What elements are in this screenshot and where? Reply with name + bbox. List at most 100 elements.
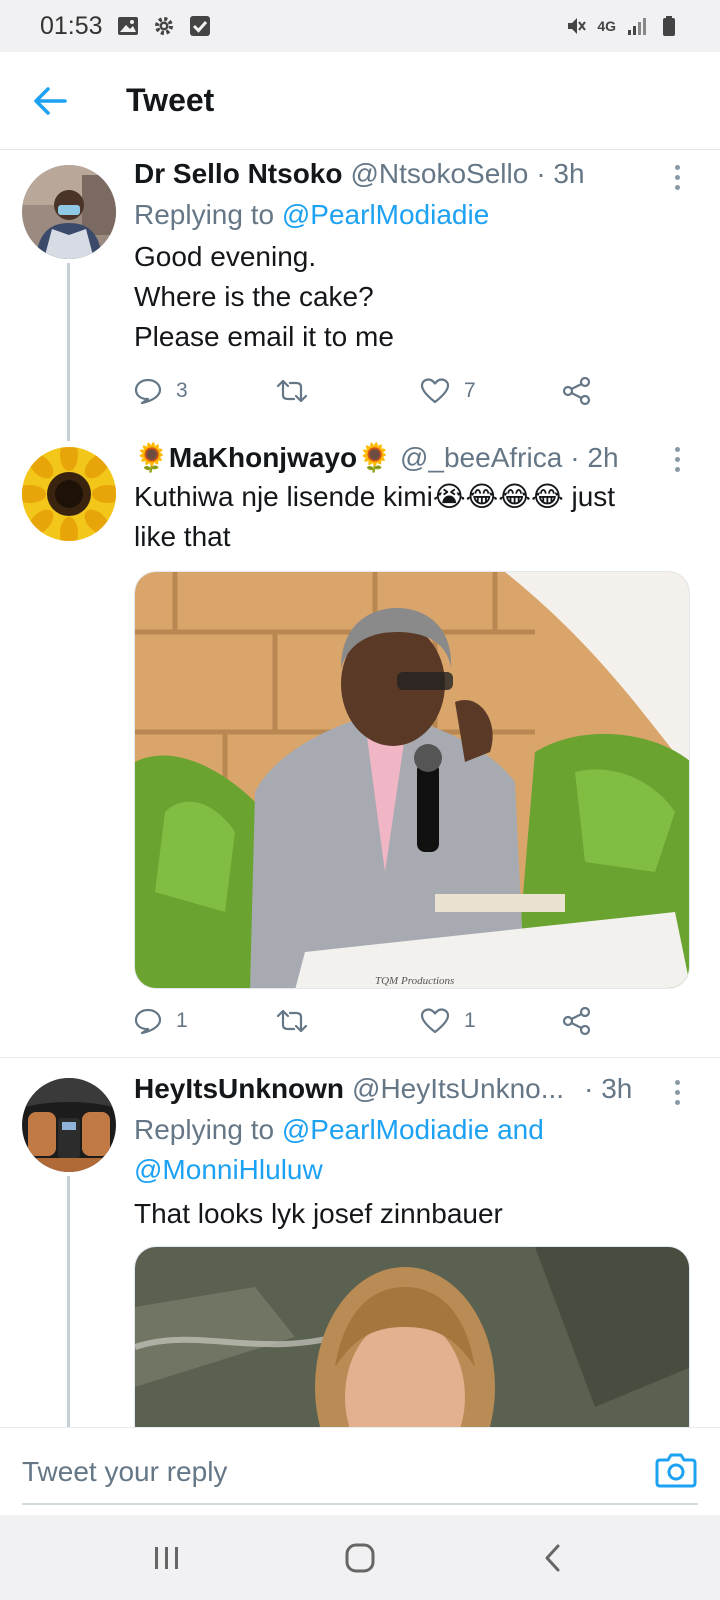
back-nav-button[interactable] [513,1528,593,1588]
replying-to: Replying to @PearlModiadie [134,195,700,235]
replying-prefix: Replying to [134,1114,282,1145]
status-right: 4G [565,15,680,37]
like-button[interactable]: 7 [420,377,476,405]
author-handle[interactable]: @HeyItsUnkno... [352,1072,564,1106]
tweet-actions: 1 1 [134,1003,700,1039]
tweet-text-line: like that [134,521,231,552]
tweet-feed[interactable]: Dr Sello Ntsoko @NtsokoSello · 3h Replyi… [0,151,720,1427]
avatar[interactable] [22,1078,116,1172]
like-button[interactable]: 1 [420,1007,476,1035]
tweet-actions: 3 7 [134,373,700,409]
dot [674,456,680,462]
dot [674,174,680,180]
replying-to-link[interactable]: @PearlModiadie and [282,1114,544,1145]
tweet-text: Good evening. Where is the cake? Please … [134,237,700,357]
screen: 01:53 4G Tweet Dr Sello Ntsoko @NtsokoSe… [0,0,720,1600]
back-chevron-icon [545,1544,560,1571]
emoji-segment: 😭😂😂😂 [432,481,564,512]
tweet-media-image[interactable] [134,1246,690,1427]
status-bar: 01:53 4G [0,0,720,52]
back-arrow-icon [34,86,67,115]
share-button[interactable] [562,376,592,406]
car-interior-avatar-image [22,1078,116,1172]
mute-icon [568,18,587,34]
replying-to: Replying to @PearlModiadie and @MonniHlu… [134,1110,700,1190]
tweet-content: 🌻MaKhonjwayo🌻 @_beeAfrica · 2h Kuthiwa n… [134,441,700,557]
man-with-microphone-photo: TQM Productions [135,572,689,988]
more-options-button[interactable] [662,1074,692,1110]
avatar[interactable] [22,165,116,259]
image-notification-icon [117,17,138,35]
tweet-text: Kuthiwa nje lisende kimi😭😂😂😂 just like t… [134,477,700,557]
retweet-icon [276,379,308,403]
dot [674,164,680,170]
tweet-time: · 2h [570,442,619,473]
tweet-text-line: Good evening. [134,241,317,272]
thread-line [67,1176,70,1427]
replying-to-link[interactable]: @MonniHluluw [134,1154,323,1185]
system-navigation-bar [0,1515,720,1600]
avatar[interactable] [22,447,116,541]
dot [674,446,680,452]
tweet-header: HeyItsUnknown @HeyItsUnkno... · 3h [134,1072,700,1106]
reply-button[interactable]: 3 [134,377,188,405]
back-button[interactable] [0,52,100,150]
reply-count: 1 [176,1009,188,1032]
tweet-header: 🌻MaKhonjwayo🌻 @_beeAfrica · 2h [134,441,700,475]
tweet-time: · 3h [584,1073,633,1104]
tweet-content: Dr Sello Ntsoko @NtsokoSello · 3h Replyi… [134,157,700,357]
reply-input-underline [22,1503,698,1505]
camera-icon [655,1453,697,1488]
retweet-icon [276,1009,308,1033]
long-haired-man-photo [135,1247,689,1427]
dot [674,1079,680,1085]
battery-icon [663,16,675,36]
heart-icon [420,378,450,404]
recent-apps-icon [154,1546,178,1569]
tweet-item[interactable]: 🌻MaKhonjwayo🌻 @_beeAfrica · 2h Kuthiwa n… [0,441,720,1057]
thread-line [67,263,70,441]
retweet-button[interactable] [276,1007,322,1035]
author-name[interactable]: 🌻MaKhonjwayo🌻 [134,441,392,475]
app-header: Tweet [0,52,720,150]
reply-composer[interactable]: Tweet your reply [0,1427,720,1515]
recent-apps-button[interactable] [127,1528,207,1588]
share-button[interactable] [562,1006,592,1036]
avatar-image [22,165,116,259]
like-count: 7 [464,379,476,402]
replying-prefix: Replying to [134,199,282,230]
tweet-media-image[interactable]: TQM Productions [134,571,690,989]
retweet-button[interactable] [276,377,322,405]
tweet-item[interactable]: Dr Sello Ntsoko @NtsokoSello · 3h Replyi… [0,151,720,441]
reply-button[interactable]: 1 [134,1007,188,1035]
page-title: Tweet [126,82,215,118]
more-options-button[interactable] [662,159,692,195]
author-handle[interactable]: @NtsokoSello [350,157,528,191]
tweet-text-line: Please email it to me [134,321,394,352]
status-left: 01:53 [40,12,211,41]
replying-to-link[interactable]: @PearlModiadie [282,199,489,230]
author-name[interactable]: HeyItsUnknown [134,1072,344,1106]
tweet-time: · 3h [536,158,585,189]
tweet-text: That looks lyk josef zinnbauer [134,1198,503,1229]
share-icon [562,376,591,406]
author-handle[interactable]: @_beeAfrica [400,441,562,475]
heart-icon [420,1008,450,1034]
reply-count: 3 [176,379,188,402]
dot [674,1099,680,1105]
dot [674,1089,680,1095]
reply-icon [134,378,162,405]
more-options-button[interactable] [662,441,692,477]
status-time: 01:53 [40,11,103,40]
like-count: 1 [464,1009,476,1032]
author-name[interactable]: Dr Sello Ntsoko [134,157,342,191]
sunflower-emoji: 🌻 [357,442,392,473]
home-button[interactable] [320,1528,400,1588]
tweet-item[interactable]: HeyItsUnknown @HeyItsUnkno... · 3h Reply… [0,1057,720,1427]
tweet-text-segment: just [563,481,616,512]
sunflower-emoji: 🌻 [134,442,169,473]
reply-input[interactable]: Tweet your reply [22,1456,227,1488]
camera-button[interactable] [654,1448,698,1492]
signal-icon [628,18,646,35]
dot [674,184,680,190]
